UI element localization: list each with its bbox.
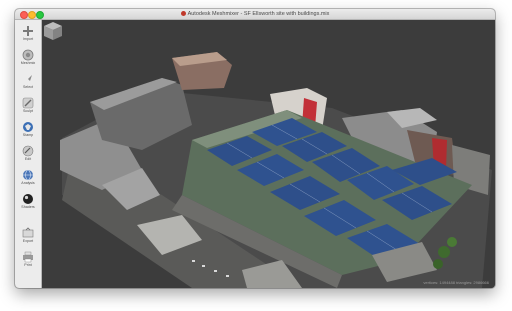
edit-button[interactable]: Edit [16, 144, 40, 164]
sculpt-brush-icon [22, 97, 34, 109]
analysis-globe-icon [23, 169, 33, 181]
select-button[interactable]: Select [16, 72, 40, 92]
tool-sidebar: Import Meshmix Select Sculpt Stamp Edit … [15, 20, 42, 288]
meshmix-button[interactable]: Meshmix [16, 48, 40, 68]
mesh-stats-text: vertices: 1494488 triangles: 2986666 [423, 280, 489, 285]
city-block-mesh [60, 52, 492, 288]
viewcube-icon[interactable] [42, 20, 64, 42]
plus-icon [23, 26, 33, 36]
edit-icon [22, 145, 34, 157]
meshmix-label: Meshmix [20, 61, 36, 65]
sculpt-button[interactable]: Sculpt [16, 96, 40, 116]
export-icon [22, 227, 34, 238]
print-button[interactable]: Print [16, 250, 40, 270]
window-title: Autodesk Meshmixer - SF Ellsworth site w… [187, 11, 330, 17]
sculpt-label: Sculpt [23, 109, 33, 113]
import-label: Import [22, 37, 34, 41]
print-icon [23, 251, 33, 263]
shaders-button[interactable]: Shaders [16, 192, 40, 212]
3d-viewport[interactable]: vertices: 1494488 triangles: 2986666 [42, 20, 495, 288]
shaders-label: Shaders [21, 205, 35, 209]
analysis-label: Analysis [21, 181, 35, 185]
window-title-container: Autodesk Meshmixer - SF Ellsworth site w… [15, 10, 495, 18]
meshmix-sphere-icon [22, 49, 34, 61]
analysis-button[interactable]: Analysis [16, 168, 40, 188]
shaders-sphere-icon [23, 194, 33, 204]
select-arrow-icon [24, 75, 32, 83]
export-label: Export [22, 239, 34, 243]
stamp-icon [23, 122, 33, 132]
export-button[interactable]: Export [16, 226, 40, 246]
edit-label: Edit [24, 157, 32, 161]
select-label: Select [23, 85, 33, 89]
print-label: Print [24, 263, 32, 267]
app-icon [180, 11, 186, 16]
title-bar: Autodesk Meshmixer - SF Ellsworth site w… [15, 9, 495, 20]
stamp-label: Stamp [22, 133, 34, 137]
import-button[interactable]: Import [16, 24, 40, 44]
app-window: Autodesk Meshmixer - SF Ellsworth site w… [15, 9, 495, 288]
stamp-button[interactable]: Stamp [16, 120, 40, 140]
